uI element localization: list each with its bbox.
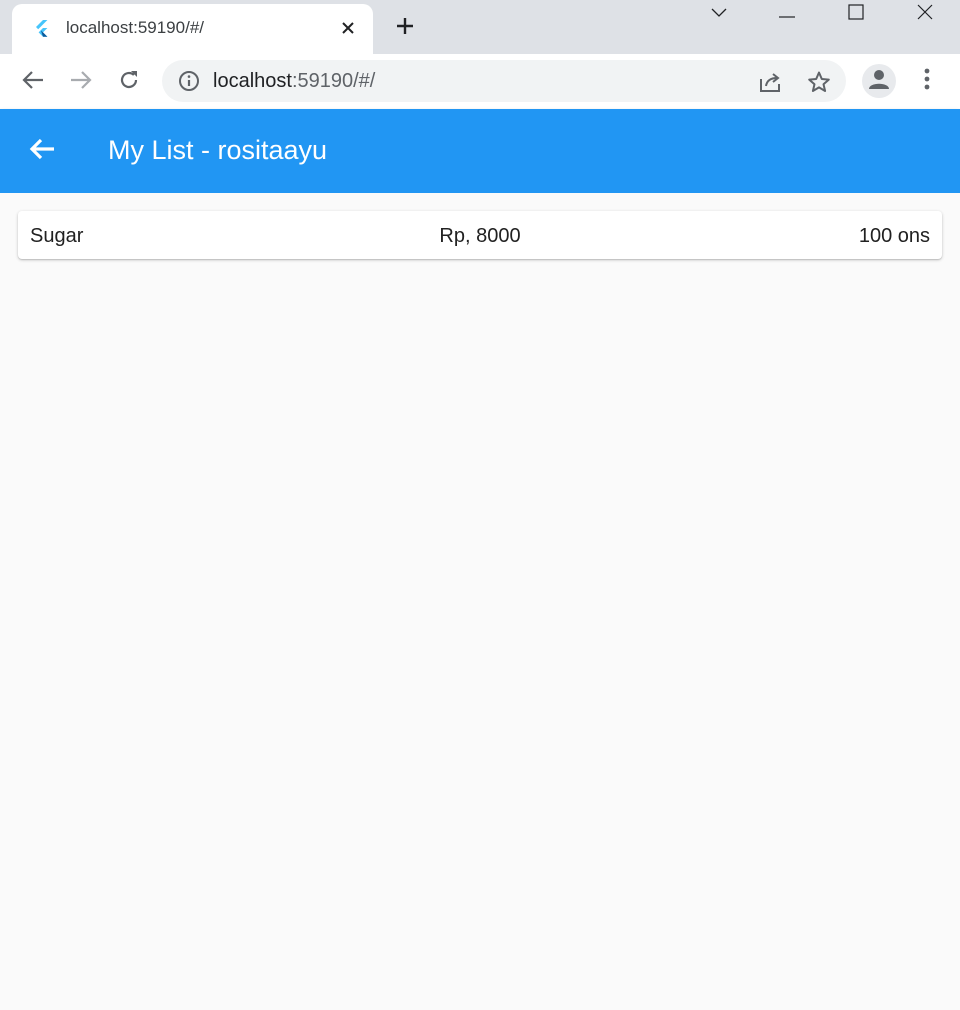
plus-icon — [395, 16, 415, 41]
app-bar: My List - rositaayu — [0, 109, 960, 193]
flutter-logo-icon — [32, 18, 52, 38]
share-icon[interactable] — [758, 70, 782, 94]
close-icon[interactable] — [338, 18, 358, 38]
maximize-button[interactable] — [833, 0, 879, 28]
new-tab-button[interactable] — [392, 15, 418, 41]
arrow-left-icon — [28, 137, 56, 166]
forward-button[interactable] — [65, 66, 97, 98]
profile-button[interactable] — [862, 64, 896, 98]
minimize-icon — [779, 5, 795, 23]
list-content: Sugar Rp, 8000 100 ons — [0, 193, 960, 1010]
reload-button[interactable] — [113, 66, 145, 98]
star-icon[interactable] — [807, 70, 831, 94]
info-icon[interactable] — [178, 70, 200, 92]
page-title: My List - rositaayu — [108, 135, 328, 165]
address-bar[interactable]: localhost:59190/#/ — [162, 60, 846, 102]
reload-icon — [118, 69, 140, 96]
arrow-right-icon — [70, 70, 92, 95]
minimize-button[interactable] — [764, 0, 810, 28]
back-button[interactable] — [17, 66, 49, 98]
arrow-left-icon — [22, 70, 44, 95]
browser-menu-button[interactable] — [916, 68, 938, 94]
browser-titlebar: localhost:59190/#/ — [0, 0, 960, 54]
app-back-button[interactable] — [24, 133, 60, 169]
list-item[interactable]: Sugar Rp, 8000 100 ons — [18, 211, 942, 259]
chevron-down-icon — [711, 5, 727, 23]
url-text: localhost:59190/#/ — [213, 70, 375, 93]
item-quantity: 100 ons — [858, 225, 930, 247]
browser-toolbar: localhost:59190/#/ — [0, 54, 960, 109]
url-path: :59190/#/ — [291, 70, 376, 92]
item-price: Rp, 8000 — [439, 225, 521, 247]
person-icon — [868, 68, 890, 95]
window-close-button[interactable] — [902, 0, 948, 28]
maximize-icon — [848, 3, 864, 25]
browser-tab[interactable]: localhost:59190/#/ — [12, 4, 373, 54]
tab-title: localhost:59190/#/ — [66, 18, 204, 37]
tab-search-button[interactable] — [696, 0, 742, 28]
kebab-menu-icon — [924, 68, 930, 95]
url-host: localhost — [213, 70, 292, 92]
close-icon — [917, 4, 933, 25]
